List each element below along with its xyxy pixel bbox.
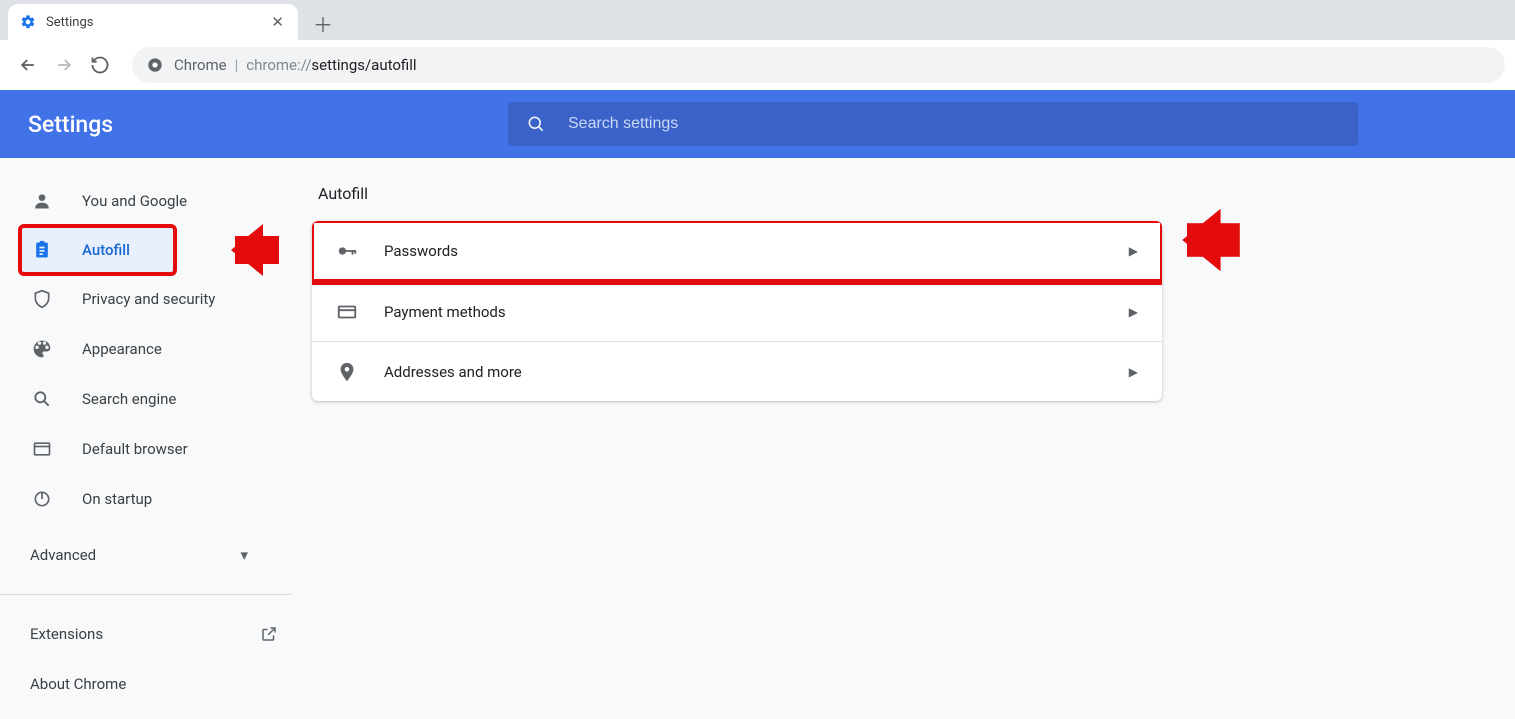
sidebar-item-label: Autofill bbox=[82, 241, 130, 259]
omnibox-separator: | bbox=[235, 56, 239, 74]
browser-tabstrip: Settings ✕ ＋ bbox=[0, 0, 1515, 40]
browser-toolbar: Chrome | chrome://settings/autofill bbox=[0, 40, 1515, 90]
sidebar-divider bbox=[0, 594, 292, 595]
reload-button[interactable] bbox=[82, 47, 118, 83]
section-heading-autofill: Autofill bbox=[318, 184, 1162, 203]
sidebar-item-label: On startup bbox=[82, 490, 152, 508]
page-title: Settings bbox=[28, 111, 508, 138]
back-button[interactable] bbox=[10, 47, 46, 83]
sidebar-link-extensions[interactable]: Extensions bbox=[0, 609, 312, 659]
search-settings[interactable] bbox=[508, 102, 1358, 146]
search-input[interactable] bbox=[568, 115, 1340, 133]
palette-icon bbox=[30, 337, 54, 361]
forward-button[interactable] bbox=[46, 47, 82, 83]
close-tab-icon[interactable]: ✕ bbox=[269, 11, 286, 33]
chevron-right-icon: ▶ bbox=[1129, 305, 1138, 319]
sidebar-link-about[interactable]: About Chrome bbox=[0, 659, 312, 709]
sidebar-item-you-and-google[interactable]: You and Google bbox=[0, 176, 280, 226]
row-label: Passwords bbox=[384, 242, 1129, 260]
settings-header: Settings bbox=[0, 90, 1515, 158]
sidebar-item-label: About Chrome bbox=[30, 675, 126, 693]
sidebar-item-on-startup[interactable]: On startup bbox=[0, 474, 280, 524]
key-icon bbox=[336, 240, 358, 262]
settings-content: You and Google Autofill Privacy and secu… bbox=[0, 158, 1515, 719]
address-bar[interactable]: Chrome | chrome://settings/autofill bbox=[132, 47, 1505, 83]
row-label: Payment methods bbox=[384, 303, 1129, 321]
chevron-right-icon: ▶ bbox=[1129, 365, 1138, 379]
search-icon bbox=[30, 387, 54, 411]
shield-icon bbox=[30, 287, 54, 311]
location-pin-icon bbox=[336, 361, 358, 383]
chevron-down-icon: ▾ bbox=[240, 546, 248, 564]
omnibox-app-label: Chrome bbox=[174, 56, 227, 74]
search-icon bbox=[526, 114, 546, 134]
external-link-icon bbox=[260, 625, 278, 643]
power-icon bbox=[30, 487, 54, 511]
sidebar-item-advanced[interactable]: Advanced ▾ bbox=[0, 530, 280, 580]
sidebar-item-appearance[interactable]: Appearance bbox=[0, 324, 280, 374]
sidebar-item-label: Advanced bbox=[30, 546, 96, 564]
autofill-row-passwords[interactable]: Passwords ▶ bbox=[312, 221, 1162, 281]
chevron-right-icon: ▶ bbox=[1129, 244, 1138, 258]
clipboard-icon bbox=[30, 238, 54, 262]
sidebar-item-label: Search engine bbox=[82, 390, 176, 408]
sidebar-item-autofill[interactable]: Autofill bbox=[20, 226, 175, 274]
autofill-row-payment[interactable]: Payment methods ▶ bbox=[312, 281, 1162, 341]
annotation-arrow-icon bbox=[235, 230, 305, 270]
sidebar-item-default-browser[interactable]: Default browser bbox=[0, 424, 280, 474]
browser-tab-settings[interactable]: Settings ✕ bbox=[8, 4, 298, 40]
chrome-product-icon bbox=[146, 56, 164, 74]
settings-sidebar: You and Google Autofill Privacy and secu… bbox=[0, 158, 312, 719]
new-tab-button[interactable]: ＋ bbox=[306, 6, 340, 40]
autofill-row-addresses[interactable]: Addresses and more ▶ bbox=[312, 341, 1162, 401]
sidebar-item-label: You and Google bbox=[82, 192, 187, 210]
sidebar-item-search-engine[interactable]: Search engine bbox=[0, 374, 280, 424]
person-icon bbox=[30, 189, 54, 213]
settings-main: Autofill Passwords ▶ Payment methods bbox=[312, 158, 1515, 719]
sidebar-item-label: Default browser bbox=[82, 440, 188, 458]
row-label: Addresses and more bbox=[384, 363, 1129, 381]
annotation-arrow-icon bbox=[1187, 216, 1271, 264]
sidebar-item-label: Appearance bbox=[82, 340, 162, 358]
sidebar-item-privacy[interactable]: Privacy and security bbox=[0, 274, 280, 324]
settings-gear-icon bbox=[20, 14, 36, 30]
tab-title: Settings bbox=[46, 15, 269, 30]
autofill-card: Passwords ▶ Payment methods ▶ bbox=[312, 221, 1162, 401]
sidebar-item-label: Privacy and security bbox=[82, 290, 215, 308]
omnibox-url-scheme: chrome:// bbox=[246, 56, 311, 74]
browser-window-icon bbox=[30, 437, 54, 461]
credit-card-icon bbox=[336, 301, 358, 323]
sidebar-item-label: Extensions bbox=[30, 625, 103, 643]
omnibox-url-path: settings/autofill bbox=[311, 56, 416, 74]
